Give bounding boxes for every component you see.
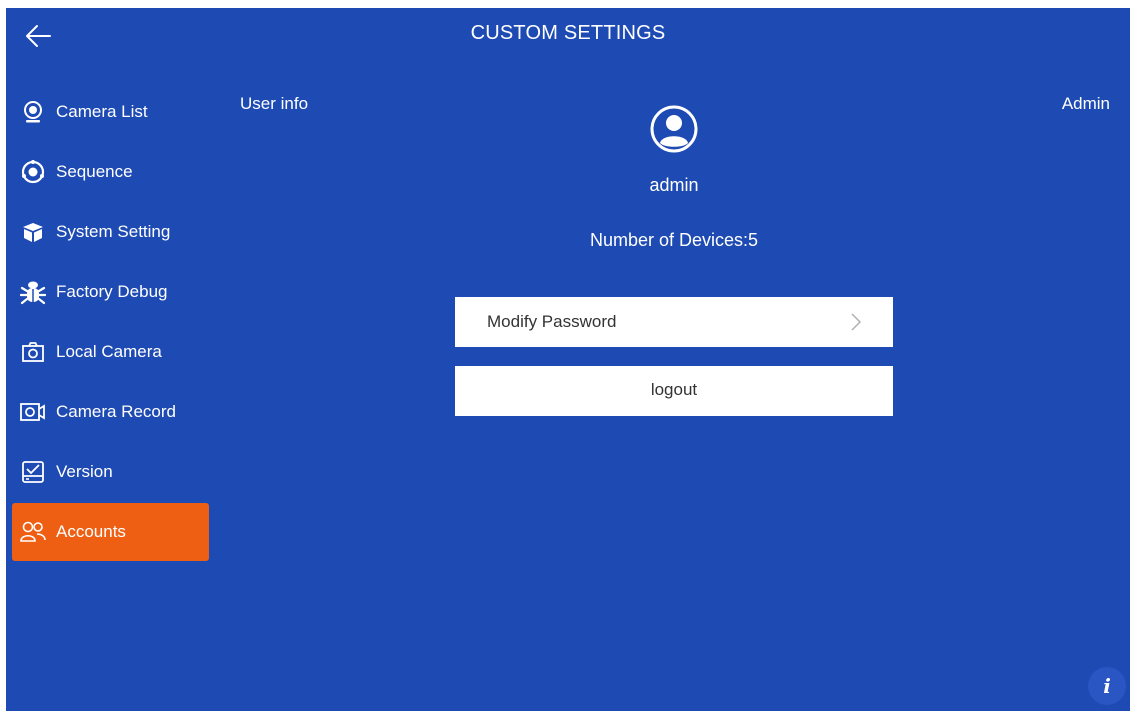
- chevron-right-icon: [851, 313, 862, 331]
- section-label: User info: [240, 94, 309, 113]
- logout-label: logout: [650, 380, 698, 399]
- webcam-icon: [20, 99, 46, 125]
- camera-icon: [20, 339, 46, 365]
- users-icon: [20, 519, 46, 545]
- sidebar-item-label: Local Camera: [56, 342, 162, 361]
- bug-icon: [20, 279, 46, 305]
- sidebar-item-version[interactable]: Version: [12, 443, 209, 501]
- user-avatar-icon: [650, 105, 698, 153]
- username: admin: [649, 175, 699, 195]
- sidebar-item-label: Version: [56, 462, 113, 481]
- app-window: CUSTOM SETTINGS Camera List Sequence Sys…: [6, 8, 1130, 711]
- role-label: Admin: [1061, 94, 1110, 113]
- sidebar-item-accounts[interactable]: Accounts: [12, 503, 209, 561]
- sidebar-item-label: Camera Record: [56, 402, 176, 421]
- modify-password-label: Modify Password: [487, 312, 617, 331]
- version-check-icon: [20, 459, 46, 485]
- sidebar-item-label: Camera List: [56, 102, 148, 121]
- device-count: Number of Devices:5: [589, 230, 759, 250]
- info-button[interactable]: i: [1088, 667, 1126, 705]
- top-bar: CUSTOM SETTINGS: [6, 8, 1130, 64]
- sidebar-item-label: Factory Debug: [56, 282, 168, 301]
- page-title: CUSTOM SETTINGS: [470, 22, 666, 44]
- sidebar-item-local-camera[interactable]: Local Camera: [12, 323, 209, 381]
- modify-password-button[interactable]: Modify Password: [455, 297, 893, 347]
- video-camera-icon: [20, 399, 46, 425]
- sidebar-item-camera-record[interactable]: Camera Record: [12, 383, 209, 441]
- sidebar-item-camera-list[interactable]: Camera List: [12, 83, 209, 141]
- sidebar-item-factory-debug[interactable]: Factory Debug: [12, 263, 209, 321]
- logout-button[interactable]: logout: [455, 366, 893, 416]
- sidebar-item-label: Accounts: [56, 522, 126, 541]
